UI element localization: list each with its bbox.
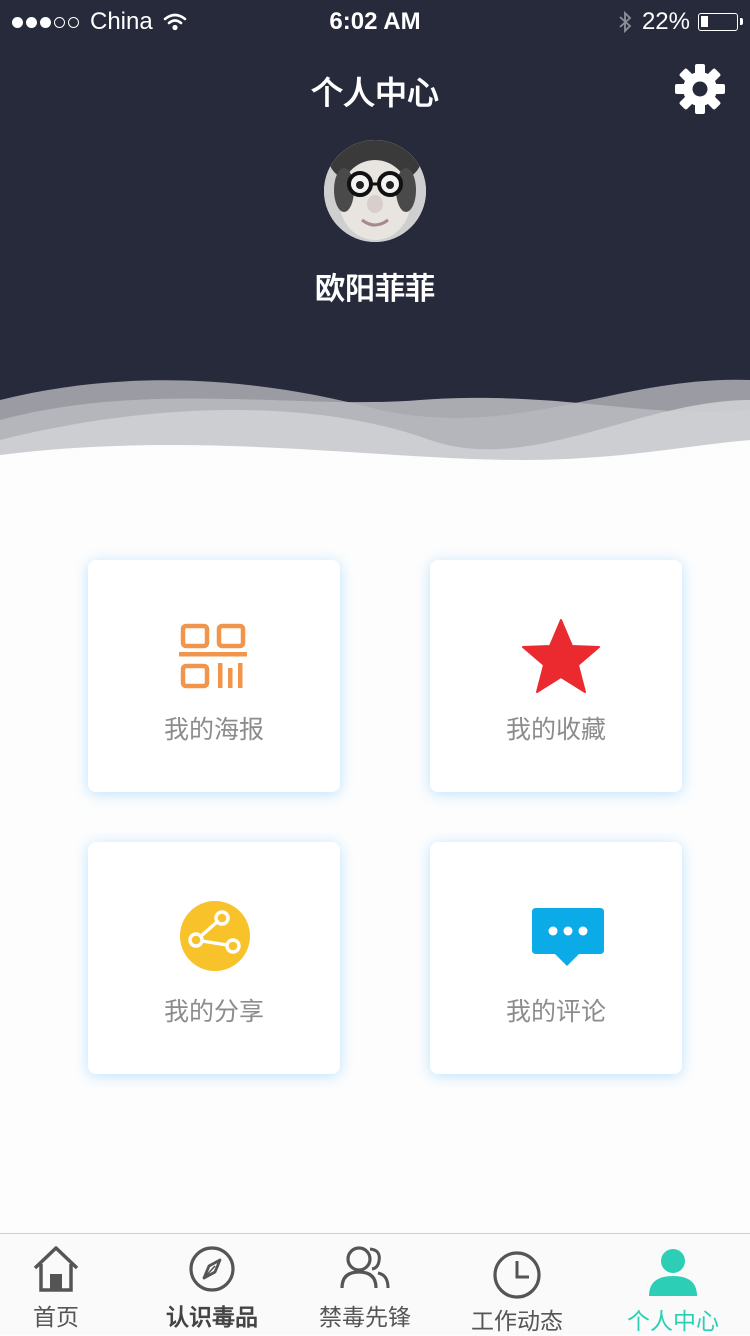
- profile-header: China 6:02 AM 22% 个人中心 欧阳菲菲: [0, 0, 750, 520]
- tab-label: 禁毒先锋: [319, 1305, 411, 1331]
- users-icon: [340, 1246, 390, 1289]
- share-icon: [180, 901, 250, 971]
- card-label: 我的分享: [163, 997, 264, 1026]
- battery-area: 22%: [618, 8, 743, 36]
- person-icon: [649, 1249, 697, 1296]
- qr-code-icon: [179, 623, 247, 689]
- tab-label: 认识毒品: [166, 1305, 258, 1331]
- tab-label: 首页: [33, 1305, 79, 1331]
- compass-icon: [189, 1246, 235, 1292]
- home-icon: [33, 1246, 79, 1292]
- bluetooth-icon: [619, 10, 632, 34]
- avatar-image: [324, 140, 426, 242]
- battery-icon: [698, 13, 743, 31]
- battery-level: [701, 16, 708, 27]
- status-bar: China 6:02 AM 22%: [0, 0, 750, 44]
- gear-icon[interactable]: [674, 63, 726, 115]
- username: 欧阳菲菲: [315, 272, 435, 307]
- wave-decoration: [0, 379, 750, 520]
- battery-percent: 22%: [641, 8, 690, 35]
- tab-label: 工作动态: [471, 1309, 563, 1335]
- comment-icon: [532, 908, 604, 966]
- tab-home[interactable]: 首页: [0, 1234, 131, 1335]
- tab-label: 个人中心: [627, 1309, 719, 1335]
- my-poster-card[interactable]: 我的海报: [88, 560, 340, 792]
- tab-personal-center[interactable]: 个人中心: [598, 1234, 748, 1335]
- card-label: 我的评论: [505, 997, 606, 1026]
- avatar[interactable]: [324, 140, 426, 242]
- my-comments-card[interactable]: 我的评论: [430, 842, 682, 1074]
- card-label: 我的海报: [163, 715, 264, 744]
- tab-work-news[interactable]: 工作动态: [442, 1234, 592, 1335]
- card-label: 我的收藏: [505, 715, 606, 744]
- battery-tip: [740, 18, 743, 25]
- my-favorites-card[interactable]: 我的收藏: [430, 560, 682, 792]
- page-title: 个人中心: [310, 74, 439, 112]
- my-shares-card[interactable]: 我的分享: [88, 842, 340, 1074]
- tab-pioneers[interactable]: 禁毒先锋: [290, 1234, 440, 1335]
- tab-know-drugs[interactable]: 认识毒品: [137, 1234, 287, 1335]
- clock-icon: [493, 1251, 541, 1299]
- star-icon: [522, 619, 600, 693]
- tab-bar: 首页 认识毒品 禁毒先锋 工作动态 个人中心: [0, 1233, 750, 1335]
